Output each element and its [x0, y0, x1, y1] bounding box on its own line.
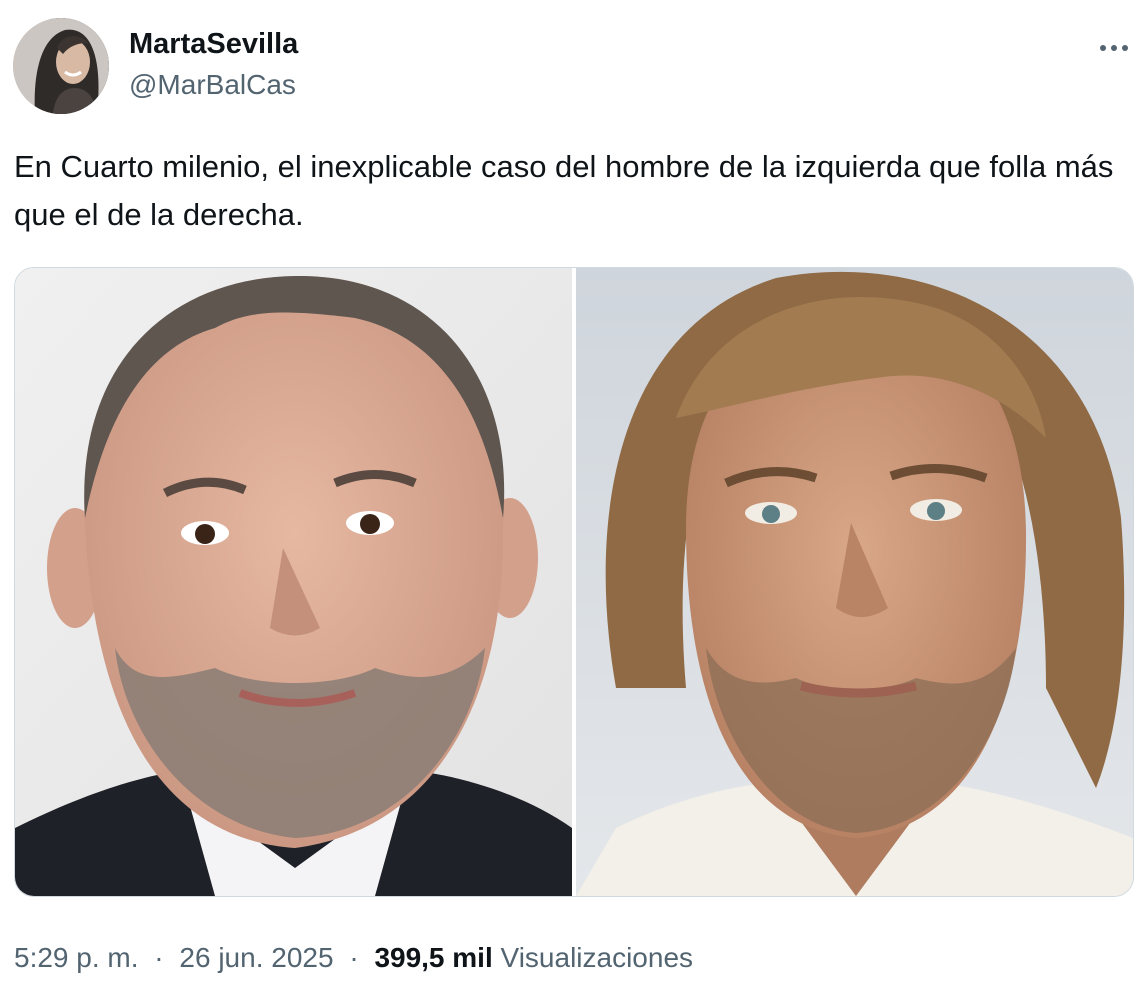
more-horizontal-icon: [1100, 45, 1128, 51]
tweet-date[interactable]: 26 jun. 2025: [179, 942, 333, 973]
photo-left[interactable]: [15, 268, 572, 896]
more-options-button[interactable]: [1096, 30, 1132, 66]
photo-right-image: [576, 268, 1133, 896]
meta-separator: ·: [154, 942, 164, 973]
tweet-meta: 5:29 p. m. · 26 jun. 2025 · 399,5 mil Vi…: [14, 938, 693, 978]
tweet-text: En Cuarto milenio, el inexplicable caso …: [14, 149, 1114, 232]
author-handle[interactable]: @MarBalCas: [129, 68, 296, 102]
meta-separator: ·: [349, 942, 359, 973]
tweet-time[interactable]: 5:29 p. m.: [14, 942, 139, 973]
avatar[interactable]: [13, 18, 109, 114]
author-display-name[interactable]: MartaSevilla: [129, 27, 298, 61]
photo-left-image: [15, 268, 572, 896]
views-label[interactable]: Visualizaciones: [501, 942, 694, 973]
media-grid: [14, 267, 1134, 897]
photo-right[interactable]: [576, 268, 1133, 896]
avatar-image: [13, 18, 109, 114]
views-count[interactable]: 399,5 mil: [374, 942, 492, 973]
